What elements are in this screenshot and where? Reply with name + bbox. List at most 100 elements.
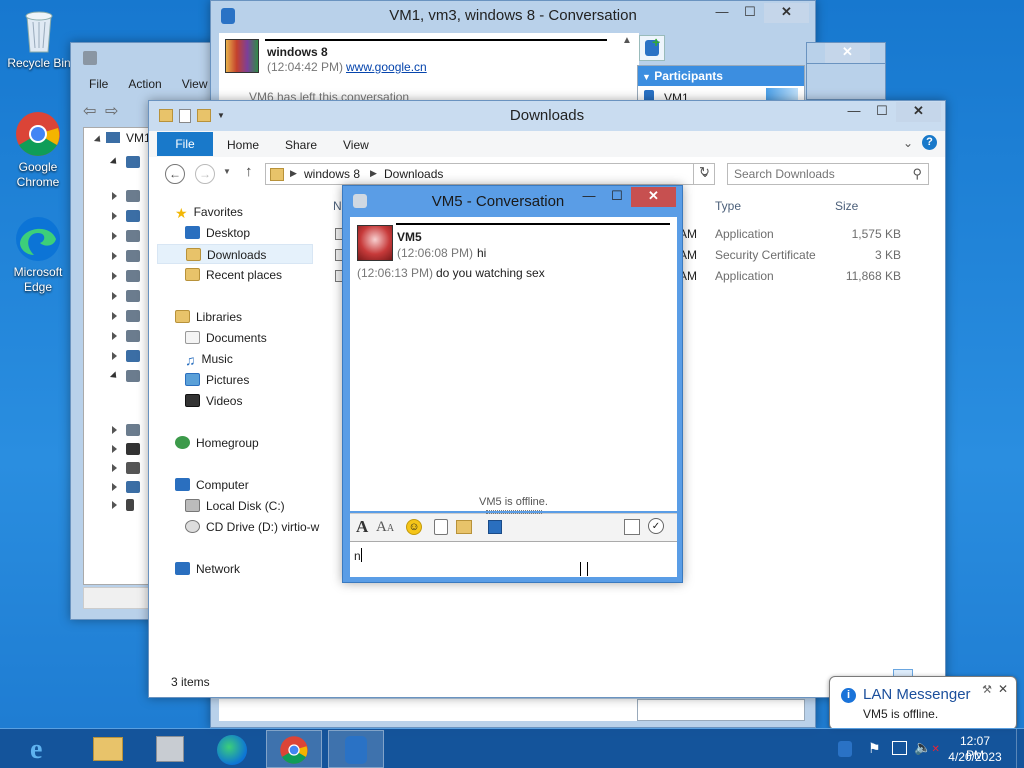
clock-icon[interactable]: ✓ (648, 518, 664, 534)
taskbar-chrome-button[interactable] (266, 730, 322, 768)
group-input-area[interactable] (219, 699, 639, 721)
device-row[interactable] (109, 153, 144, 173)
explorer-minimize-button[interactable]: — (840, 102, 868, 122)
resize-grip[interactable] (486, 510, 542, 514)
tray-network-icon[interactable] (892, 741, 907, 755)
nav-libraries[interactable]: Libraries (175, 307, 242, 327)
vm5-maximize-button[interactable]: ☐ (603, 187, 631, 207)
refresh-button[interactable]: ↻ (693, 164, 715, 184)
send-folder-icon[interactable] (456, 520, 472, 534)
navigation-pane[interactable]: ★ Favorites Desktop Downloads Recent plac… (149, 191, 319, 671)
device-row[interactable] (109, 367, 144, 387)
clock-date[interactable]: 4/20/2023 (944, 750, 1006, 764)
group-conversation-titlebar[interactable]: VM1, vm3, windows 8 - Conversation — ☐ ✕ (211, 1, 815, 31)
minimize-button[interactable]: — (708, 3, 736, 23)
forward-arrow-icon[interactable]: ⇨ (105, 101, 118, 121)
vm5-minimize-button[interactable]: — (575, 187, 603, 207)
nav-desktop[interactable]: Desktop (185, 223, 250, 243)
save-icon[interactable] (488, 520, 502, 534)
menu-action[interactable]: Action (128, 77, 161, 91)
forward-button[interactable]: → (195, 164, 215, 184)
file-row[interactable]: AM Security Certificate 3 KB (679, 245, 909, 265)
nav-videos[interactable]: Videos (185, 391, 242, 411)
expand-icon[interactable] (93, 135, 104, 145)
nav-computer[interactable]: Computer (175, 475, 249, 495)
tab-file[interactable]: File (157, 132, 213, 156)
file-row[interactable]: AM Application 1,575 KB (679, 224, 909, 244)
taskbar-file-explorer-button[interactable] (80, 730, 136, 768)
up-button[interactable]: ↑ (245, 163, 253, 180)
device-row[interactable] (112, 207, 144, 227)
nav-cd-drive[interactable]: CD Drive (D:) virtio-w (185, 517, 319, 537)
help-icon[interactable]: ? (922, 135, 937, 150)
device-row[interactable] (112, 187, 144, 207)
taskbar-lan-messenger-button[interactable] (328, 730, 384, 768)
nav-local-disk[interactable]: Local Disk (C:) (185, 496, 285, 516)
tab-home[interactable]: Home (227, 138, 259, 152)
tray-flag-icon[interactable]: ⚑ (868, 740, 881, 757)
taskbar-ie-button[interactable]: e (18, 730, 74, 768)
vm5-titlebar[interactable]: VM5 - Conversation — ☐ ✕ (343, 186, 682, 216)
back-button[interactable]: ← (165, 164, 185, 184)
message-link[interactable]: www.google.cn (346, 60, 427, 74)
file-row[interactable]: AM Application 11,868 KB (679, 266, 909, 286)
column-header-size[interactable]: Size (835, 199, 858, 213)
participants-header[interactable]: ▼ Participants (638, 66, 804, 86)
desktop-icon-microsoft-edge[interactable]: Microsoft Edge (3, 215, 73, 295)
history-icon[interactable] (624, 519, 640, 535)
tray-lan-messenger-icon[interactable] (838, 741, 852, 757)
tab-view[interactable]: View (343, 138, 369, 152)
scroll-up-button[interactable]: ▲ (619, 35, 635, 51)
nav-music[interactable]: ♫ Music (185, 349, 233, 369)
hidden-window-close-button[interactable]: ✕ (825, 43, 870, 63)
device-row[interactable] (112, 267, 144, 287)
explorer-maximize-button[interactable]: ☐ (868, 102, 896, 122)
desktop-icon-recycle-bin[interactable]: Recycle Bin (4, 6, 74, 71)
device-row[interactable] (112, 247, 144, 267)
vm5-message-input[interactable]: n (350, 541, 677, 577)
nav-downloads[interactable]: Downloads (157, 244, 313, 264)
nav-homegroup[interactable]: Homegroup (175, 433, 259, 453)
search-input[interactable] (734, 166, 904, 182)
nav-recent-places[interactable]: Recent places (185, 265, 282, 285)
explorer-close-button[interactable]: ✕ (896, 102, 941, 122)
address-bar[interactable]: ▶ windows 8 ▶ Downloads ⌄ (265, 163, 715, 185)
taskbar-server-manager-button[interactable] (142, 730, 198, 768)
column-header-type[interactable]: Type (715, 199, 741, 213)
device-row[interactable] (112, 347, 144, 367)
device-row[interactable] (112, 440, 144, 460)
vm5-message-history[interactable]: VM5 (12:06:08 PM) hi (12:06:13 PM) do yo… (350, 217, 677, 511)
breadcrumb-downloads[interactable]: Downloads (384, 167, 443, 181)
add-participant-button[interactable]: + (639, 34, 665, 61)
search-icon[interactable]: ⚲ (912, 166, 922, 182)
notification-close-icon[interactable]: ✕ (998, 682, 1008, 696)
recent-locations-icon[interactable]: ▼ (223, 167, 231, 176)
lan-messenger-notification[interactable]: i LAN Messenger VM5 is offline. ⚒ ✕ (829, 676, 1017, 730)
tab-share[interactable]: Share (285, 138, 317, 152)
tray-volume-muted-icon[interactable]: 🔈✕ (914, 739, 940, 756)
desktop-icon-google-chrome[interactable]: Google Chrome (3, 110, 73, 190)
show-desktop-button[interactable] (1016, 729, 1024, 768)
device-row[interactable] (112, 459, 144, 479)
device-row[interactable] (112, 327, 144, 347)
nav-documents[interactable]: Documents (185, 328, 267, 348)
device-row[interactable] (112, 287, 144, 307)
search-box[interactable]: ⚲ (727, 163, 929, 185)
device-row[interactable] (112, 478, 144, 498)
vm5-close-button[interactable]: ✕ (631, 187, 676, 207)
device-row[interactable] (112, 421, 144, 441)
emoticon-icon[interactable]: ☺ (406, 519, 422, 535)
close-button[interactable]: ✕ (764, 3, 809, 23)
device-row[interactable] (112, 307, 144, 327)
group-message-history[interactable]: windows 8 (12:04:42 PM) www.google.cn VM… (219, 33, 639, 107)
device-row[interactable] (112, 496, 144, 516)
breadcrumb-windows8[interactable]: windows 8 (304, 167, 360, 181)
nav-pictures[interactable]: Pictures (185, 370, 249, 390)
nav-network[interactable]: Network (175, 559, 240, 579)
explorer-titlebar[interactable]: ▼ Downloads — ☐ ✕ (149, 101, 945, 131)
device-row[interactable] (112, 227, 144, 247)
back-arrow-icon[interactable]: ⇦ (83, 101, 96, 121)
nav-favorites[interactable]: ★ Favorites (175, 202, 243, 222)
ribbon-expand-icon[interactable]: ⌄ (903, 136, 913, 150)
font-icon[interactable]: A (356, 517, 368, 537)
